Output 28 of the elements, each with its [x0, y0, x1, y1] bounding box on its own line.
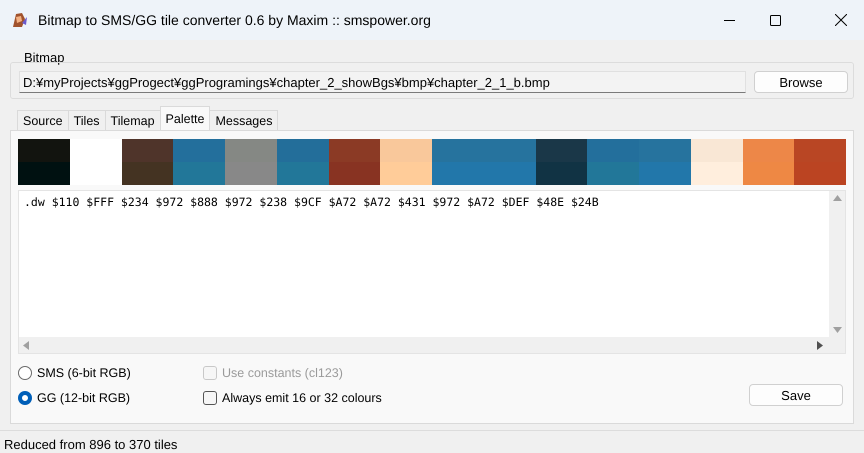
save-button[interactable]: Save: [749, 384, 843, 406]
checkbox[interactable]: [203, 390, 217, 404]
browse-button[interactable]: Browse: [754, 71, 848, 93]
tab[interactable]: Messages: [209, 110, 278, 130]
scroll-right-icon[interactable]: [817, 340, 823, 350]
tab[interactable]: Source: [17, 110, 69, 130]
radio-button[interactable]: [18, 390, 32, 404]
tab[interactable]: Tilemap: [104, 110, 161, 130]
scroll-down-icon[interactable]: [832, 327, 842, 333]
window-title: Bitmap to SMS/GG tile converter 0.6 by Maxim :: smspower.org: [38, 12, 432, 28]
horizontal-scrollbar[interactable]: [19, 337, 845, 353]
checkbox-label: Always emit 16 or 32 colours: [222, 390, 382, 404]
radio-label: GG (12-bit RGB): [37, 390, 130, 404]
group-label: Bitmap: [24, 50, 66, 65]
scroll-left-icon[interactable]: [23, 340, 29, 350]
radio-button[interactable]: [18, 366, 32, 380]
maximize-icon: [770, 14, 780, 26]
scroll-up-icon[interactable]: [832, 195, 842, 201]
radio-label: SMS (6-bit RGB): [37, 366, 131, 380]
path-field[interactable]: D:¥myProjects¥ggProgect¥ggProgramings¥chapter_2_showBgs¥bmp¥chapter_2_1_b.bmp: [19, 71, 746, 93]
checkbox-label: Use constants (cl123): [222, 366, 343, 380]
vertical-scrollbar[interactable]: [829, 191, 845, 337]
app-icon: [10, 11, 28, 29]
status-bar: Reduced from 896 to 370 tiles: [0, 430, 864, 453]
close-icon: [835, 14, 847, 26]
tab[interactable]: Palette: [160, 106, 210, 130]
palette-code: .dw $110 $FFF $234 $972 $888 $972 $238 $9CF $A72 $A72 $431 $972 $A72 $DEF $48E $24B: [24, 195, 599, 209]
output-textarea[interactable]: .dw $110 $FFF $234 $972 $888 $972 $238 $9CF $A72 $A72 $431 $972 $A72 $DEF $48E $24B: [18, 190, 846, 354]
